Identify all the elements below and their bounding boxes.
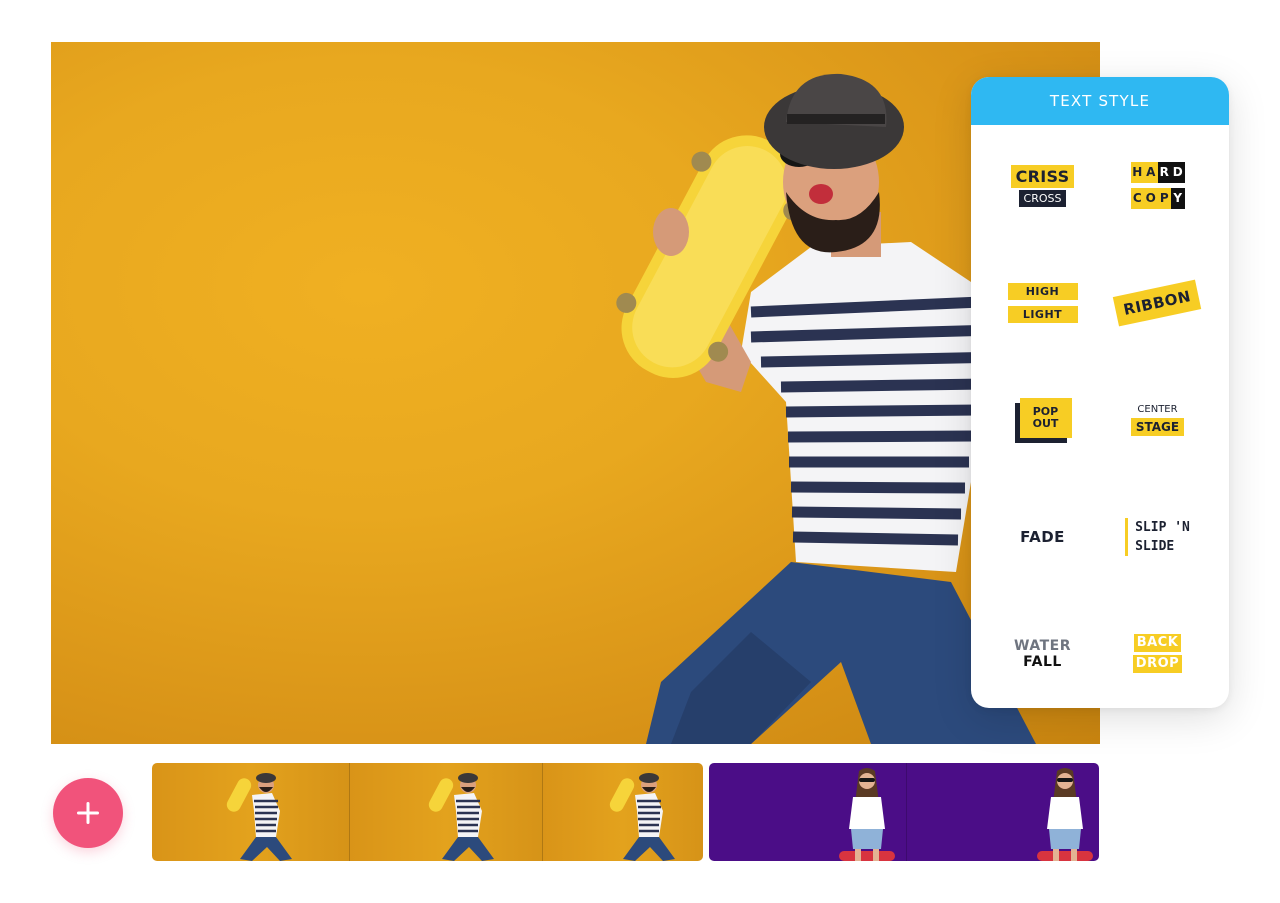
clip-frame-thumbnail: [906, 763, 1099, 861]
criss-cross-bottom: CROSS: [1018, 189, 1067, 207]
thumbnail-man-skateboard: [609, 773, 675, 861]
hard-copy-row-1: H A R D: [1130, 162, 1185, 183]
hard-copy-letter: C: [1130, 188, 1144, 209]
text-style-hard-copy[interactable]: H A R D C O P Y: [1100, 127, 1215, 244]
clip-frame-thumbnail: [152, 763, 349, 861]
text-style-slip-n-slide[interactable]: SLIP 'N SLIDE: [1100, 478, 1215, 595]
thumbnail-man-skateboard: [428, 773, 494, 861]
hard-copy-row-2: C O P Y: [1130, 188, 1185, 209]
hard-copy-letter: Y: [1171, 188, 1185, 209]
pop-out-bottom: OUT: [1032, 416, 1059, 430]
high-light-top: HIGH: [1007, 282, 1078, 300]
fade-label: FADE: [1020, 527, 1065, 546]
plus-icon: [77, 802, 99, 824]
slip-n-slide-bottom: SLIDE: [1135, 538, 1175, 554]
text-style-fade[interactable]: FADE: [985, 478, 1100, 595]
ribbon-label: RIBBON: [1113, 279, 1202, 326]
clip-frame-thumbnail: [349, 763, 542, 861]
water-fall-top: WATER: [1014, 637, 1071, 654]
water-fall-bottom: FALL: [1023, 653, 1062, 670]
text-style-panel: TEXT STYLE CRISS CROSS H A R D C O P Y H…: [971, 77, 1229, 708]
hard-copy-letter: O: [1144, 188, 1158, 209]
criss-cross-top: CRISS: [1010, 164, 1075, 188]
slip-n-slide-top: SLIP 'N: [1135, 519, 1190, 535]
text-style-criss-cross[interactable]: CRISS CROSS: [985, 127, 1100, 244]
thumbnail-man-skateboard: [226, 773, 292, 861]
thumbnail-woman-skateboard: [839, 768, 895, 861]
pop-out-front: POP OUT: [1019, 397, 1072, 438]
text-style-center-stage[interactable]: CENTER STAGE: [1100, 361, 1215, 478]
center-stage-bottom: STAGE: [1130, 417, 1185, 436]
thumbnail-woman-skateboard: [1037, 768, 1093, 861]
back-drop-top: BACK: [1133, 634, 1182, 652]
back-drop-bottom: DROP: [1132, 655, 1183, 673]
add-clip-button[interactable]: [53, 778, 123, 848]
high-light-bottom: LIGHT: [1007, 305, 1078, 323]
text-style-pop-out[interactable]: POP OUT: [985, 361, 1100, 478]
slip-n-slide-bar: [1125, 517, 1129, 556]
clip-frame-thumbnail: [542, 763, 703, 861]
hard-copy-letter: P: [1157, 188, 1171, 209]
text-style-ribbon[interactable]: RIBBON: [1100, 244, 1215, 361]
hard-copy-letter: A: [1144, 162, 1158, 183]
center-stage-top: CENTER: [1137, 403, 1178, 415]
pop-out-top: POP: [1032, 404, 1059, 418]
text-style-water-fall[interactable]: WATER FALL: [985, 595, 1100, 708]
text-style-back-drop[interactable]: BACK DROP: [1100, 595, 1215, 708]
timeline-clip-1[interactable]: [152, 763, 703, 861]
hard-copy-letter: R: [1157, 162, 1171, 183]
clip-frame-thumbnail: [709, 763, 906, 861]
text-style-high-light[interactable]: HIGH LIGHT: [985, 244, 1100, 361]
preview-photo-man-skateboard: [616, 73, 1036, 744]
text-style-grid: CRISS CROSS H A R D C O P Y HIGH LIGHT R…: [971, 125, 1229, 708]
hard-copy-letter: D: [1171, 162, 1185, 183]
panel-title: TEXT STYLE: [971, 77, 1229, 125]
video-preview[interactable]: [51, 42, 1100, 744]
hard-copy-letter: H: [1130, 162, 1144, 183]
timeline-clip-2[interactable]: [709, 763, 1099, 861]
